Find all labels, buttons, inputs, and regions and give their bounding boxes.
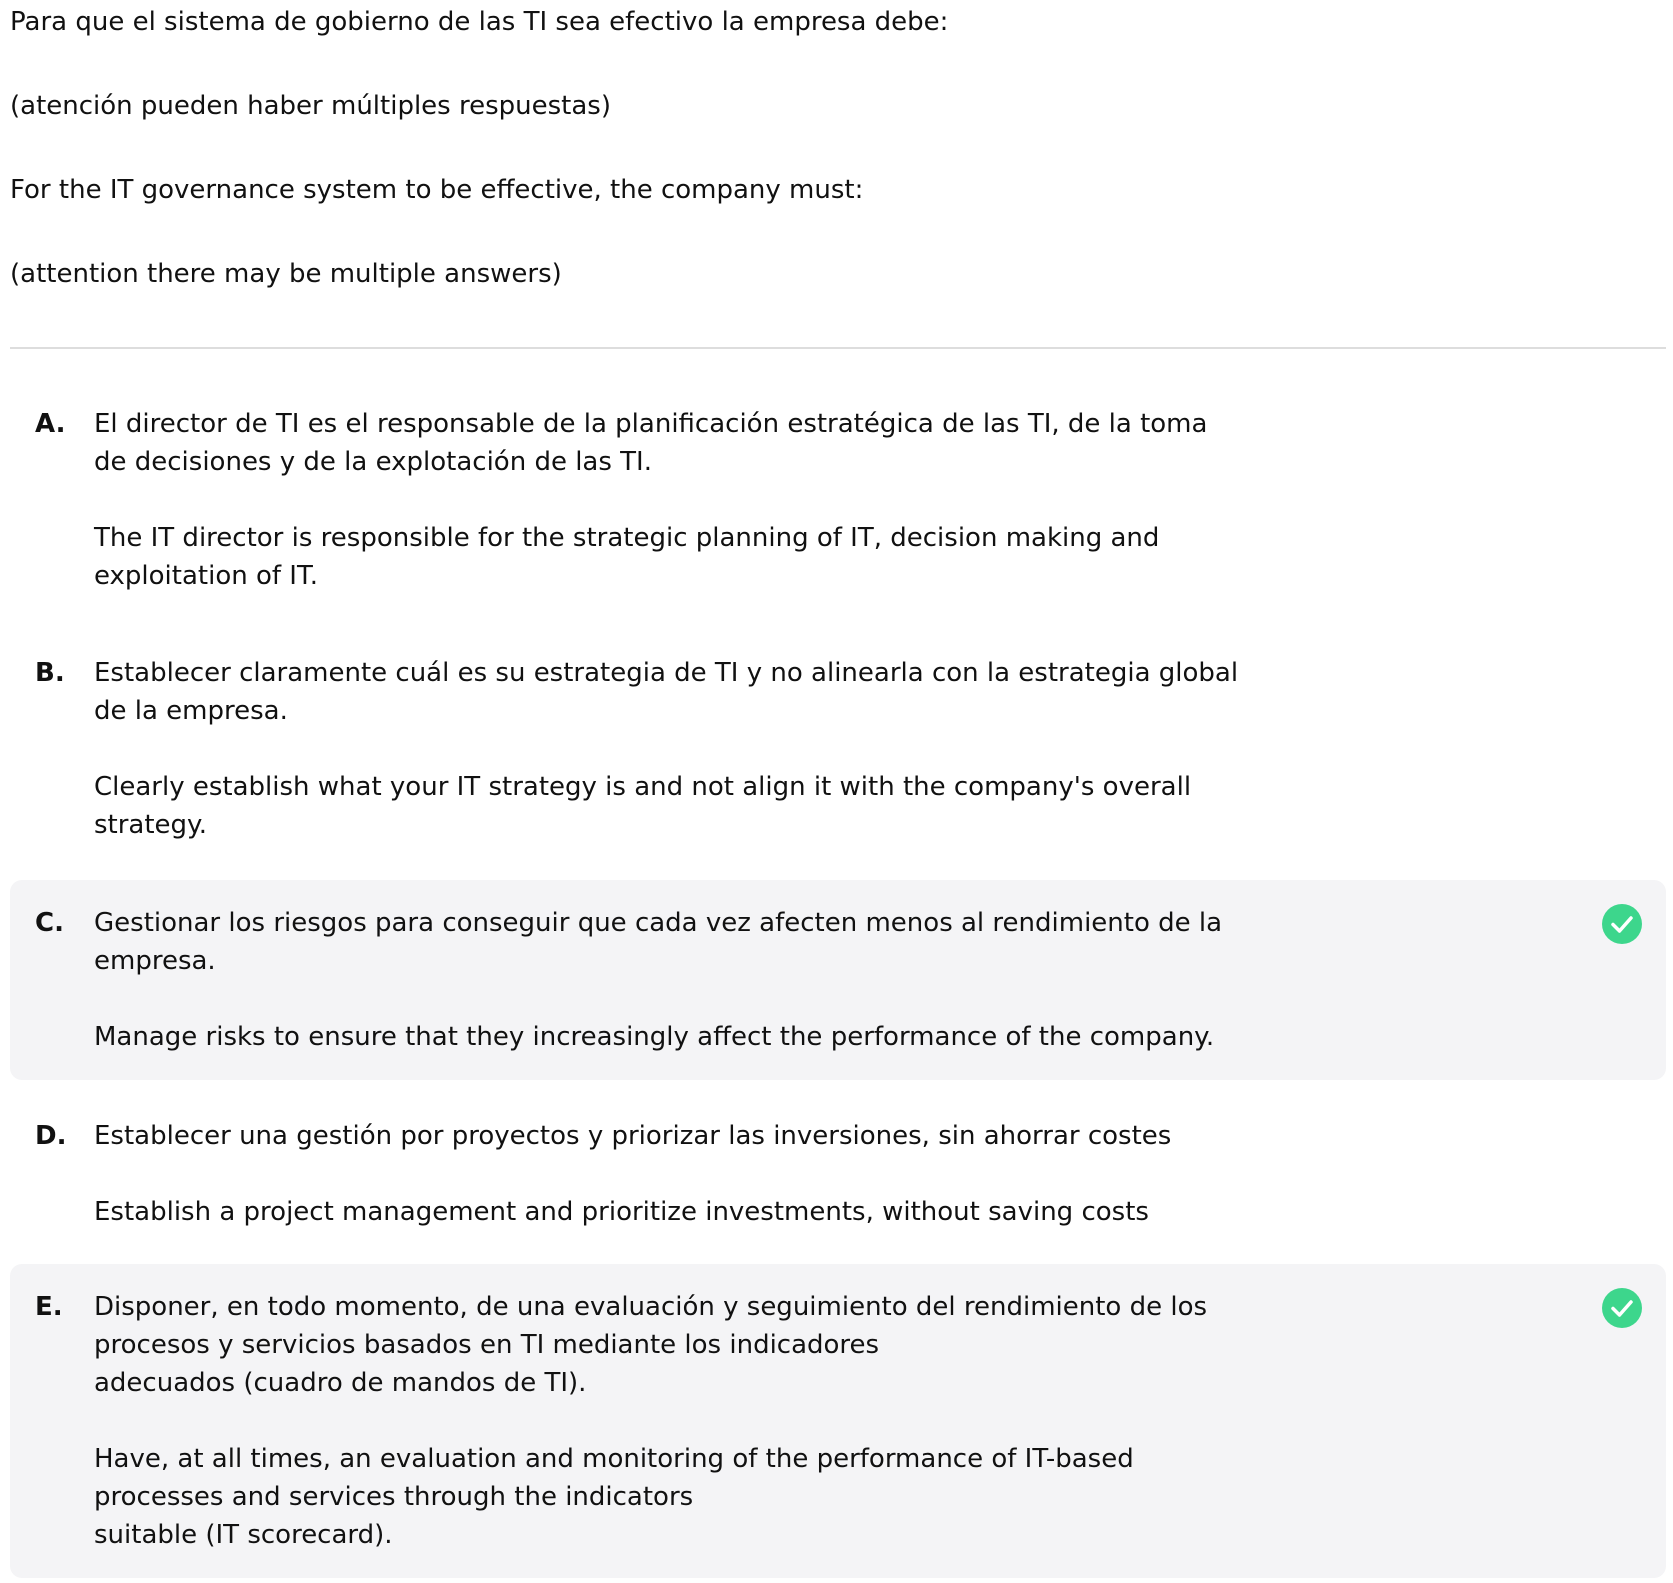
question-note-en: (attention there may be multiple answers…: [10, 259, 562, 289]
option-text-es-line: Disponer, en todo momento, de una evalua…: [94, 1292, 1208, 1322]
option-text-en-line: strategy.: [94, 810, 208, 840]
option-letter: B.: [35, 658, 65, 688]
question-prompt: Para que el sistema de gobierno de las T…: [10, 4, 1650, 292]
question-note-es: (atención pueden haber múltiples respues…: [10, 91, 611, 121]
option-text: El director de TI es el responsable de l…: [94, 405, 1274, 595]
option-letter: D.: [35, 1121, 67, 1151]
option-text-en-line: Manage risks to ensure that they increas…: [94, 1022, 1215, 1052]
option-letter: E.: [35, 1292, 63, 1322]
quiz-page: Para que el sistema de gobierno de las T…: [0, 0, 1673, 1583]
option-text: Establecer claramente cuál es su estrate…: [94, 654, 1274, 844]
answer-option-c[interactable]: C. Gestionar los riesgos para conseguir …: [10, 880, 1666, 1080]
answer-option-b[interactable]: B. Establecer claramente cuál es su estr…: [10, 642, 1666, 854]
option-text: Disponer, en todo momento, de una evalua…: [94, 1288, 1274, 1554]
option-text-en-line: Establish a project management and prior…: [94, 1197, 1149, 1227]
divider: [10, 347, 1666, 349]
option-text-es-line: de decisiones y de la explotación de las…: [94, 447, 652, 477]
option-text-es-line: Establecer una gestión por proyectos y p…: [94, 1121, 1172, 1151]
option-letter: C.: [35, 908, 64, 938]
option-text-es-line: Gestionar los riesgos para conseguir que…: [94, 908, 1223, 938]
option-text-en-line: suitable (IT scorecard).: [94, 1520, 393, 1550]
option-letter: A.: [35, 409, 66, 439]
option-text-en-line: The IT director is responsible for the s…: [94, 523, 1160, 553]
option-text-en-line: Clearly establish what your IT strategy …: [94, 772, 1192, 802]
option-text: Establecer una gestión por proyectos y p…: [94, 1117, 1274, 1231]
option-text-en-line: Have, at all times, an evaluation and mo…: [94, 1444, 1134, 1474]
option-text: Gestionar los riesgos para conseguir que…: [94, 904, 1274, 1056]
check-circle-icon: [1602, 904, 1642, 944]
check-circle-icon: [1602, 1288, 1642, 1328]
option-text-es-line: Establecer claramente cuál es su estrate…: [94, 658, 1239, 688]
option-text-es-line: procesos y servicios basados en TI media…: [94, 1330, 880, 1360]
option-text-es-line: El director de TI es el responsable de l…: [94, 409, 1208, 439]
option-text-en-line: processes and services through the indic…: [94, 1482, 694, 1512]
answer-option-d[interactable]: D. Establecer una gestión por proyectos …: [10, 1105, 1666, 1245]
question-text-es: Para que el sistema de gobierno de las T…: [10, 7, 949, 37]
option-text-en-line: exploitation of IT.: [94, 561, 319, 591]
answer-option-a[interactable]: A. El director de TI es el responsable d…: [10, 393, 1666, 605]
option-text-es-line: adecuados (cuadro de mandos de TI).: [94, 1368, 587, 1398]
answer-option-e[interactable]: E. Disponer, en todo momento, de una eva…: [10, 1264, 1666, 1578]
option-text-es-line: de la empresa.: [94, 696, 288, 726]
question-text-en: For the IT governance system to be effec…: [10, 175, 864, 205]
option-text-es-line: empresa.: [94, 946, 216, 976]
